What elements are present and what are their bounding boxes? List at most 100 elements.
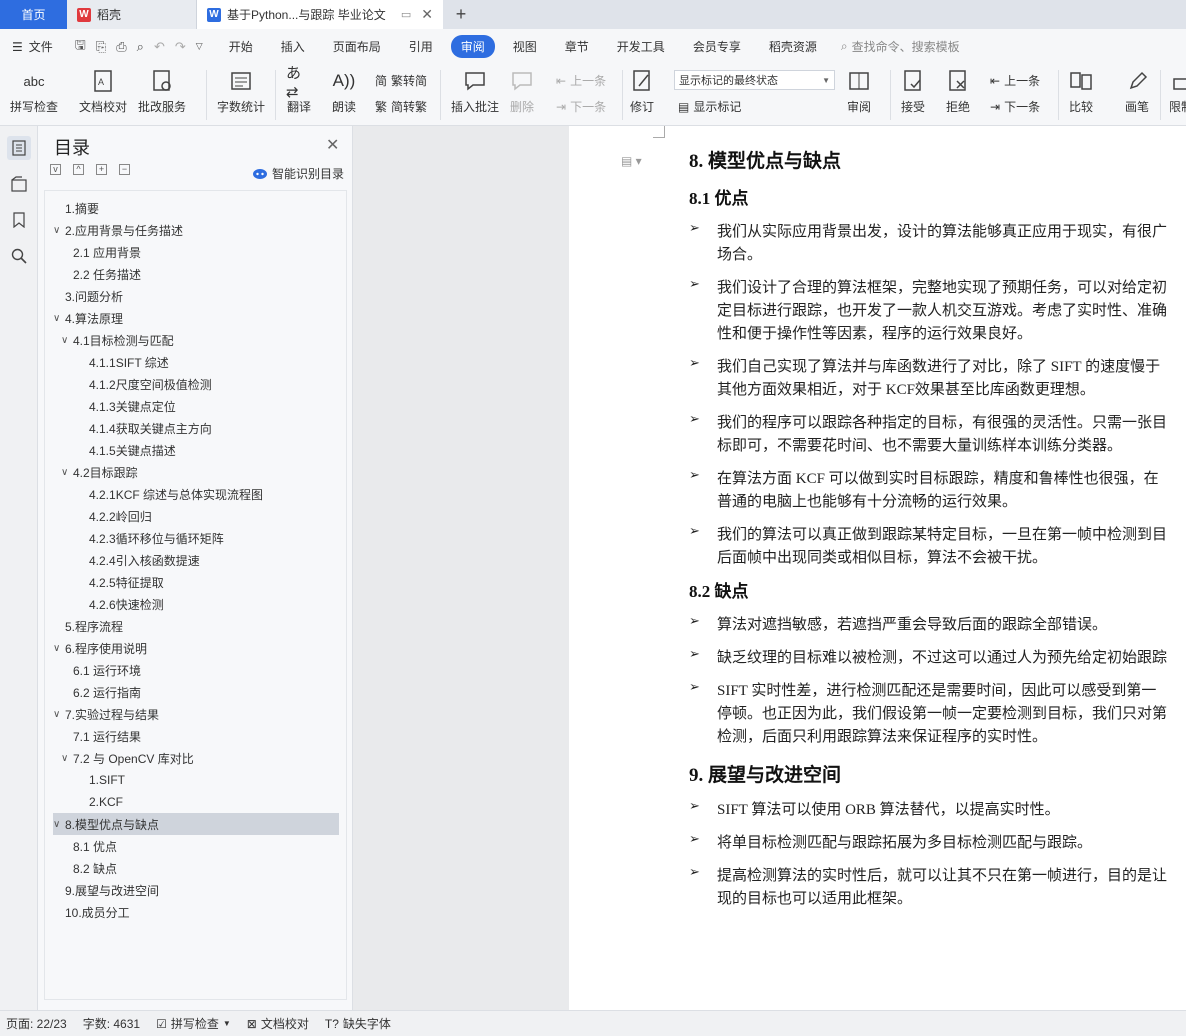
tab-close-icon[interactable]: ✕ xyxy=(421,6,433,23)
command-search[interactable]: ⌕ 查找命令、搜索模板 xyxy=(841,38,960,55)
toc-item[interactable]: 4.2.4引入核函数提速 xyxy=(53,549,339,571)
toc-item[interactable]: 2.KCF xyxy=(53,791,339,813)
toc-item[interactable]: ∨ 7.2 与 OpenCV 库对比 xyxy=(53,747,339,769)
smart-toc-button[interactable]: 智能识别目录 xyxy=(252,165,344,182)
spell-check-button[interactable]: abc 拼写检查 xyxy=(10,68,58,115)
read-aloud-button[interactable]: A)) 朗读 xyxy=(331,68,357,115)
collapse-all-icon[interactable]: v xyxy=(50,164,61,175)
spell-check-status[interactable]: ☑ 拼写检查 ▼ xyxy=(156,1015,231,1032)
toc-item[interactable]: ∨ 6.程序使用说明 xyxy=(53,637,339,659)
toc-item[interactable]: 10.成员分工 xyxy=(53,901,339,923)
save-icon[interactable]: 🖫 xyxy=(75,36,86,58)
toc-item[interactable]: 4.2.1KCF 综述与总体实现流程图 xyxy=(53,483,339,505)
expand-all-icon[interactable]: ^ xyxy=(73,164,84,175)
file-menu[interactable]: ☰ 文件 xyxy=(8,38,63,55)
compare-button[interactable]: 比较 xyxy=(1068,68,1094,115)
toc-item[interactable]: ∨ 8.模型优点与缺点 xyxy=(53,813,339,835)
toc-item[interactable]: ∨ 4.2目标跟踪 xyxy=(53,461,339,483)
preview-icon[interactable]: ⌕ xyxy=(137,39,144,55)
menu-view[interactable]: 视图 xyxy=(499,38,551,55)
toc-item[interactable]: ∨ 2.应用背景与任务描述 xyxy=(53,219,339,241)
tab-pin-icon[interactable]: ▭ xyxy=(401,8,411,21)
find-panel-toggle[interactable] xyxy=(7,244,31,268)
toc-item[interactable]: ∨ 4.算法原理 xyxy=(53,307,339,329)
toc-panel-toggle[interactable] xyxy=(7,136,31,160)
menu-developer[interactable]: 开发工具 xyxy=(603,38,679,55)
translate-button[interactable]: あ⇄ 翻译 xyxy=(286,65,312,115)
next-change-button[interactable]: ⇥ 下一条 xyxy=(990,98,1040,115)
toc-item[interactable]: 4.2.6快速检测 xyxy=(53,593,339,615)
toc-item[interactable]: 9.展望与改进空间 xyxy=(53,879,339,901)
toc-item[interactable]: 4.1.4获取关键点主方向 xyxy=(53,417,339,439)
bookmark-panel-toggle[interactable] xyxy=(7,208,31,232)
accept-button[interactable]: 接受 xyxy=(900,68,926,115)
undo-icon[interactable]: ↶ xyxy=(154,39,165,55)
toc-item[interactable]: 8.2 缺点 xyxy=(53,857,339,879)
tab-document[interactable]: W 基于Python...与跟踪 毕业论文 ▭ ✕ xyxy=(197,0,443,29)
toc-item[interactable]: 1.摘要 xyxy=(53,197,339,219)
add-heading-icon[interactable]: + xyxy=(96,164,107,175)
menu-start[interactable]: 开始 xyxy=(215,38,267,55)
draw-pen-button[interactable]: 画笔 xyxy=(1124,68,1150,115)
chevron-down-icon[interactable]: ∨ xyxy=(53,709,65,720)
simp-to-trad-button[interactable]: 繁简转繁 xyxy=(375,98,427,115)
menu-page-layout[interactable]: 页面布局 xyxy=(319,38,395,55)
toc-item[interactable]: 4.1.2尺度空间极值检测 xyxy=(53,373,339,395)
menu-references[interactable]: 引用 xyxy=(395,38,447,55)
paragraph-layout-icon[interactable]: ▤ ▾ xyxy=(621,154,642,168)
markup-state-select[interactable]: 显示标记的最终状态 ▼ xyxy=(674,70,835,90)
menu-insert[interactable]: 插入 xyxy=(267,38,319,55)
toc-item[interactable]: 5.程序流程 xyxy=(53,615,339,637)
word-count-indicator[interactable]: 字数: 4631 xyxy=(83,1015,140,1032)
toc-item[interactable]: 4.1.5关键点描述 xyxy=(53,439,339,461)
toc-item[interactable]: 8.1 优点 xyxy=(53,835,339,857)
chevron-down-icon[interactable]: ∨ xyxy=(61,753,73,764)
show-markup-button[interactable]: ▤ 显示标记 xyxy=(678,98,741,115)
track-changes-button[interactable]: 修订 xyxy=(629,68,655,115)
toc-item[interactable]: 4.2.2岭回归 xyxy=(53,505,339,527)
trad-to-simp-button[interactable]: 简繁转简 xyxy=(375,72,427,89)
toc-item[interactable]: 6.1 运行环境 xyxy=(53,659,339,681)
menu-daoke-resources[interactable]: 稻壳资源 xyxy=(755,38,831,55)
toc-item[interactable]: 3.问题分析 xyxy=(53,285,339,307)
menu-review[interactable]: 审阅 xyxy=(450,35,495,58)
restrict-edit-button[interactable]: 限制 xyxy=(1168,68,1186,115)
toc-item[interactable]: 4.2.3循环移位与循环矩阵 xyxy=(53,527,339,549)
prev-comment-button[interactable]: ⇤ 上一条 xyxy=(556,72,606,89)
reject-button[interactable]: 拒绝 xyxy=(945,68,971,115)
page-indicator[interactable]: 页面: 22/23 xyxy=(6,1015,67,1032)
customize-chevron-icon[interactable]: ▽ xyxy=(196,41,203,52)
document-canvas[interactable]: ▤ ▾ 8. 模型优点与缺点 8.1 优点 ➢ 我们从实际应用背景出发，设计的算法能够… xyxy=(353,126,1186,1010)
prev-change-button[interactable]: ⇤ 上一条 xyxy=(990,72,1040,89)
toc-item[interactable]: ∨ 7.实验过程与结果 xyxy=(53,703,339,725)
chevron-down-icon[interactable]: ∨ xyxy=(61,335,73,346)
delete-comment-button[interactable]: 删除 xyxy=(509,68,535,115)
toc-item[interactable]: 4.2.5特征提取 xyxy=(53,571,339,593)
tab-home[interactable]: 首页 xyxy=(0,0,67,29)
chevron-down-icon[interactable]: ∨ xyxy=(53,819,65,830)
toc-item[interactable]: 1.SIFT xyxy=(53,769,339,791)
tab-daoke[interactable]: W 稻壳 xyxy=(67,0,197,29)
export-pdf-icon[interactable]: ⎘ xyxy=(96,39,106,55)
menu-member[interactable]: 会员专享 xyxy=(679,38,755,55)
toc-item[interactable]: 2.1 应用背景 xyxy=(53,241,339,263)
new-tab-button[interactable]: + xyxy=(443,0,479,29)
doc-proof-status[interactable]: ⊠ 文档校对 xyxy=(247,1015,309,1032)
toc-item[interactable]: 4.1.3关键点定位 xyxy=(53,395,339,417)
chevron-down-icon[interactable]: ∨ xyxy=(53,313,65,324)
review-pane-button[interactable]: 审阅 xyxy=(846,68,872,115)
close-icon[interactable]: ✕ xyxy=(326,135,339,155)
toc-item[interactable]: 7.1 运行结果 xyxy=(53,725,339,747)
toc-item[interactable]: 4.1.1SIFT 综述 xyxy=(53,351,339,373)
redo-icon[interactable]: ↷ xyxy=(175,39,186,55)
missing-font-status[interactable]: T? 缺失字体 xyxy=(325,1015,391,1032)
remove-heading-icon[interactable]: − xyxy=(119,164,130,175)
toc-item[interactable]: 2.2 任务描述 xyxy=(53,263,339,285)
menu-section[interactable]: 章节 xyxy=(551,38,603,55)
insert-comment-button[interactable]: 插入批注 xyxy=(451,68,499,115)
toc-item[interactable]: 6.2 运行指南 xyxy=(53,681,339,703)
chevron-down-icon[interactable]: ∨ xyxy=(53,225,65,236)
selection-pane-toggle[interactable] xyxy=(7,172,31,196)
proof-service-button[interactable]: 批改服务 xyxy=(138,68,186,115)
word-count-button[interactable]: 字数统计 xyxy=(217,68,265,115)
